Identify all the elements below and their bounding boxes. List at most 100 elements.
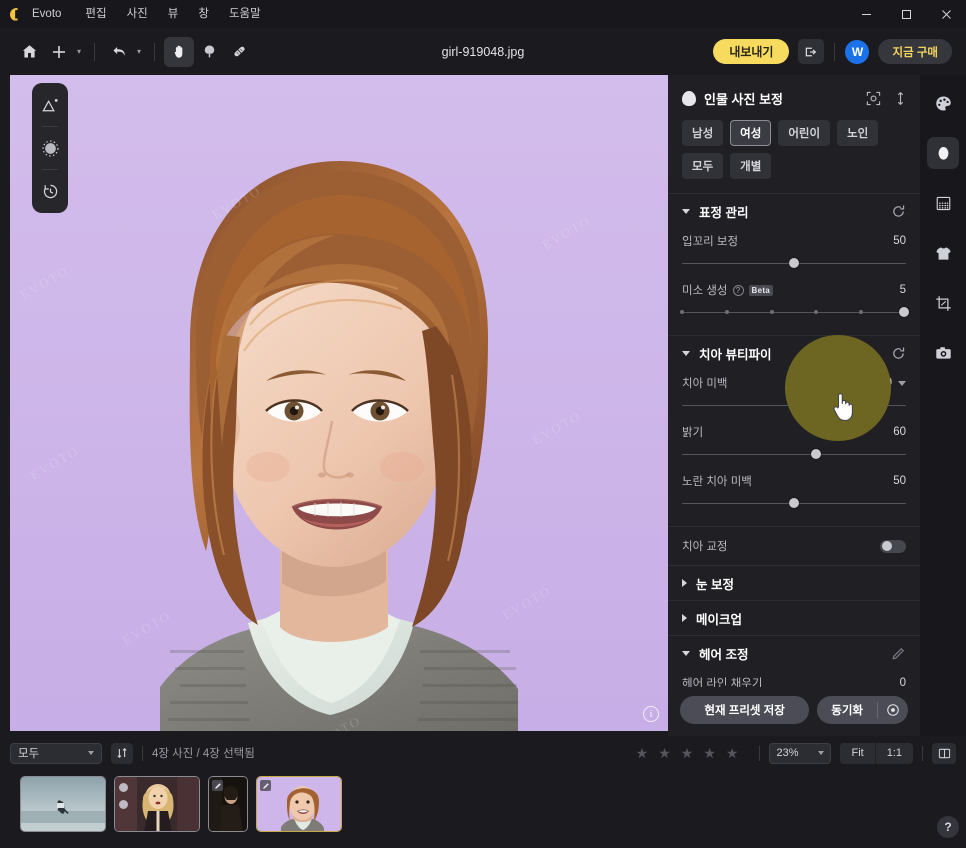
slider-handle[interactable] [833,400,844,410]
slider-handle[interactable] [789,498,799,508]
filter-select[interactable]: 모두 [10,742,102,764]
image-mask-button[interactable] [35,90,65,120]
undo-chevron-down-icon[interactable]: ▾ [137,47,141,56]
history-button[interactable] [35,176,65,206]
section-expression-header[interactable]: 표정 관리 [682,194,906,228]
slider-hairline-fill[interactable]: 헤어 라인 채우기 0 [682,670,906,687]
crop-tab[interactable] [927,287,959,319]
section-hair-header[interactable]: 헤어 조정 [682,636,906,670]
clothing-tab[interactable] [927,237,959,269]
menu-item-view[interactable]: 뷰 [158,0,189,28]
panel-scroll-area[interactable]: 표정 관리 입꼬리 보정 50 미소 생성 ? Beta 5 치아 뷰티파이 치… [668,193,920,687]
maximize-button[interactable] [886,0,926,28]
tag-child[interactable]: 어린이 [778,120,831,146]
user-avatar[interactable]: W [845,39,870,64]
image-info-icon[interactable]: i [643,706,659,722]
home-button[interactable] [14,37,44,67]
section-eyes-header[interactable]: 눈 보정 [682,566,906,600]
camera-tab[interactable] [927,337,959,369]
sync-button[interactable]: 동기화 [817,696,877,724]
reset-teeth-button[interactable] [891,346,906,361]
slider-handle[interactable] [789,258,799,268]
zoom-level-select[interactable]: 23% [769,742,832,764]
teeth-alignment-toggle[interactable] [880,539,906,553]
slider-brightness-track[interactable] [682,449,906,459]
slider-brightness[interactable]: 밝기 60 [682,419,906,468]
zoom-mode-segment: Fit 1:1 [840,742,913,764]
menu-item-help[interactable]: 도움말 [219,0,271,28]
portrait-face-icon [938,146,948,160]
export-button[interactable]: 내보내기 [713,39,790,64]
row-teeth-alignment[interactable]: 치아 교정 [682,527,906,565]
slider-teeth-whitening-value: 70 [879,377,892,389]
panel-title: 인물 사진 보정 [704,92,783,107]
minimize-button[interactable] [846,0,886,28]
slider-teeth-whitening-track[interactable] [682,400,906,410]
sort-button[interactable] [111,742,133,764]
star-5[interactable]: ★ [726,746,739,760]
add-button[interactable] [44,37,74,67]
undo-button[interactable] [104,37,134,67]
star-2[interactable]: ★ [658,746,671,760]
slider-mouth-corner-track[interactable] [682,258,906,268]
slider-teeth-whitening[interactable]: 치아 미백 70 [682,370,906,419]
rating-stars[interactable]: ★ ★ ★ ★ ★ [636,746,739,760]
texture-tab[interactable] [927,187,959,219]
dodge-tool-button[interactable] [194,37,224,67]
export-arrow-icon [806,47,817,56]
menu-item-app-name[interactable]: Evoto [32,0,75,28]
healing-brush-button[interactable] [224,37,254,67]
slider-mouth-corner[interactable]: 입꼬리 보정 50 [682,228,906,277]
portrait-retouch-tab[interactable] [927,137,959,169]
help-circle-icon[interactable]: ? [732,284,744,296]
share-button[interactable] [798,39,825,64]
edit-hair-mask-button[interactable] [891,646,906,661]
save-preset-button[interactable]: 현재 프리셋 저장 [680,696,810,724]
tag-female[interactable]: 여성 [730,120,772,146]
slider-smile-generation[interactable]: 미소 생성 ? Beta 5 [680,277,909,326]
filter-select-value: 모두 [18,748,40,760]
dotted-circle-button[interactable] [35,133,65,163]
left-toolbar-divider [42,126,58,127]
section-makeup-header[interactable]: 메이크업 [682,601,906,635]
one-to-one-button[interactable]: 1:1 [874,742,913,764]
split-view-button[interactable] [932,742,956,764]
slider-smile-generation-track[interactable] [680,307,909,317]
slider-handle[interactable] [898,307,909,317]
menu-item-edit[interactable]: 편집 [75,0,116,28]
tag-individual[interactable]: 개별 [730,153,772,179]
teeth-whitening-dropdown-icon[interactable] [898,380,906,386]
add-chevron-down-icon[interactable]: ▾ [77,47,81,56]
thumbnail-blonde-portrait[interactable] [114,776,200,832]
image-canvas[interactable]: EVOTO EVOTO EVOTO EVOTO EVOTO EVOTO EVOT… [10,75,668,731]
thumbnail-girl-portrait[interactable] [256,776,342,832]
thumbnail-beach-dancer[interactable] [20,776,106,832]
sync-settings-button[interactable] [878,696,908,724]
face-detect-button[interactable] [866,91,881,106]
slider-yellow-teeth-track[interactable] [682,498,906,508]
help-button[interactable]: ? [937,816,959,838]
menu-item-window[interactable]: 창 [188,0,219,28]
before-after-button[interactable] [893,91,908,106]
section-teeth-header[interactable]: 치아 뷰티파이 [682,336,906,370]
close-button[interactable] [926,0,966,28]
tag-male[interactable]: 남성 [682,120,724,146]
palette-tab[interactable] [927,87,959,119]
star-3[interactable]: ★ [681,746,694,760]
slider-yellow-teeth[interactable]: 노란 치아 미백 50 [682,468,906,517]
thumbnail-dark-portrait[interactable] [208,776,248,832]
reset-expression-button[interactable] [891,204,906,219]
star-1[interactable]: ★ [636,746,649,760]
tag-all[interactable]: 모두 [682,153,724,179]
panel-footer: 현재 프리셋 저장 동기화 [668,687,920,736]
chevron-down-icon [682,650,690,656]
fit-button[interactable]: Fit [840,743,874,764]
evoto-app-window: Evoto 편집 사진 뷰 창 도움말 ▾ ▾ girl-919048.jpg … [0,0,966,848]
menu-item-photo[interactable]: 사진 [117,0,158,28]
hand-tool-button[interactable] [164,36,195,67]
tag-senior[interactable]: 노인 [837,120,879,146]
star-4[interactable]: ★ [703,746,716,760]
slider-smile-label-text: 미소 생성 [682,285,728,297]
slider-handle[interactable] [811,449,822,459]
buy-now-button[interactable]: 지금 구매 [878,39,952,64]
